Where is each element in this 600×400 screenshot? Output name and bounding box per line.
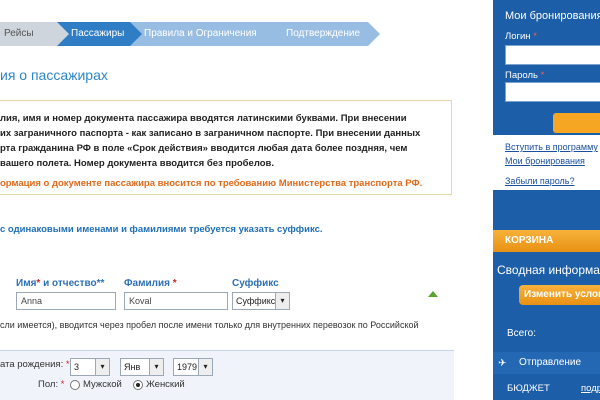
- summary-title: Сводная информац: [497, 263, 600, 277]
- gender-label: Пол: *: [38, 379, 65, 390]
- gender-male-label: Мужской: [83, 379, 122, 390]
- page-title: ия о пассажирах: [0, 67, 108, 83]
- chevron-down-icon: ▾: [149, 359, 163, 375]
- dob-day-select[interactable]: 3 ▾: [70, 358, 110, 376]
- cart-header: КОРЗИНА: [493, 230, 600, 252]
- step-flights[interactable]: Рейсы: [0, 22, 69, 46]
- my-bookings-link[interactable]: Мои бронирования: [505, 156, 585, 166]
- plane-icon: ✈: [498, 358, 507, 369]
- notice-line: вашего полета. Номер документа вводится …: [0, 158, 275, 169]
- login-label: Логин *: [505, 31, 537, 42]
- suffix-label: Суффикс: [232, 278, 279, 289]
- gender-female-label: Женский: [146, 379, 185, 390]
- notice-line: их заграничного паспорта - как записано …: [0, 128, 421, 139]
- last-name-input[interactable]: [124, 292, 228, 310]
- chevron-down-icon: ▾: [95, 359, 109, 375]
- suffix-note: с одинаковыми именами и фамилиями требуе…: [0, 224, 323, 235]
- total-label: Всего:: [507, 328, 536, 339]
- departure-header[interactable]: ✈ Отправление: [493, 352, 600, 374]
- first-name-input[interactable]: [16, 292, 116, 310]
- budget-details-link[interactable]: подр: [581, 383, 600, 394]
- password-label: Пароль *: [505, 70, 545, 81]
- suffix-select[interactable]: Суффикс ▾: [232, 292, 290, 310]
- booking-steps: Рейсы Пассажиры Правила и Ограничения По…: [0, 22, 380, 46]
- account-links: Вступить в программу Мои бронирования За…: [493, 135, 600, 190]
- login-button[interactable]: [553, 113, 600, 133]
- required-mark: *: [60, 379, 65, 390]
- required-mark: *: [172, 278, 177, 289]
- dob-month-select[interactable]: Янв ▾: [120, 358, 164, 376]
- login-input[interactable]: [505, 45, 600, 65]
- right-sidebar: Мои бронирования Логин * Пароль * Вступи…: [490, 0, 600, 400]
- step-confirmation[interactable]: Подтверждение: [272, 22, 380, 46]
- required-mark: *: [533, 31, 537, 42]
- gender-male-radio[interactable]: [70, 380, 80, 390]
- forgot-password-link[interactable]: Забыли пароль?: [505, 176, 574, 186]
- notice-line: рта гражданина РФ в поле «Срок действия»…: [0, 143, 408, 154]
- passenger-data-notice: лия, имя и номер документа пассажира вво…: [0, 100, 452, 195]
- my-bookings-title: Мои бронирования: [505, 10, 600, 22]
- notice-line: лия, имя и номер документа пассажира вво…: [0, 113, 407, 124]
- dob-year-select[interactable]: 1979 ▾: [173, 358, 213, 376]
- chevron-down-icon: ▾: [275, 293, 289, 309]
- gender-female-radio[interactable]: [133, 380, 143, 390]
- cart-panel: КОРЗИНА Сводная информац Изменить услов …: [490, 215, 600, 400]
- dob-gender-section: ата рождения: * 3 ▾ Янв ▾ 1979 ▾ Пол: * …: [0, 350, 454, 400]
- last-name-label: Фамилия *: [124, 278, 177, 289]
- dob-label: ата рождения: *: [0, 359, 70, 370]
- budget-label: БЮДЖЕТ: [507, 383, 550, 394]
- chevron-down-icon: ▾: [198, 359, 212, 375]
- change-conditions-button[interactable]: Изменить услов: [519, 285, 600, 305]
- collapse-icon[interactable]: [428, 291, 438, 297]
- join-program-link[interactable]: Вступить в программу: [505, 142, 598, 152]
- password-input[interactable]: [505, 82, 600, 102]
- notice-warning: ормация о документе пассажира вносится п…: [0, 178, 423, 189]
- step-rules[interactable]: Правила и Ограничения: [130, 22, 284, 46]
- patronymic-note: сли имеется), вводится через пробел посл…: [0, 320, 419, 330]
- login-panel: Мои бронирования Логин * Пароль * Вступи…: [490, 0, 600, 215]
- required-mark: *: [540, 70, 545, 81]
- first-name-label: Имя* и отчество**: [16, 278, 105, 289]
